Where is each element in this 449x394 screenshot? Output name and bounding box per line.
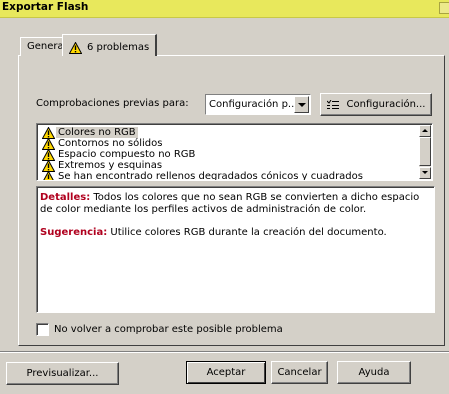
checklist-icon <box>326 99 339 110</box>
scroll-down-icon[interactable] <box>419 167 431 179</box>
list-scrollbar[interactable] <box>419 125 431 179</box>
configuration-button[interactable]: Configuración... <box>320 93 432 116</box>
chevron-down-icon[interactable] <box>294 96 309 113</box>
warning-icon <box>42 170 55 180</box>
warning-icon <box>69 41 82 54</box>
details-label: Detalles: <box>40 192 91 203</box>
cancel-button-label: Cancelar <box>277 367 322 378</box>
list-item[interactable]: Se han encontrado rellenos degradados có… <box>42 170 365 181</box>
suggestion-text: Utilice colores RGB durante la creación … <box>110 227 387 238</box>
dont-check-again-row[interactable]: No volver a comprobar este posible probl… <box>36 323 283 336</box>
problems-list[interactable]: Colores no RGB Contornos no sólidos Espa… <box>36 123 433 181</box>
scroll-up-icon[interactable] <box>419 125 431 137</box>
dont-check-again-checkbox[interactable] <box>36 323 49 336</box>
tab-problems-label: 6 problemas <box>87 42 150 53</box>
scroll-thumb[interactable] <box>419 137 431 166</box>
title-bar: Exportar Flash <box>0 0 449 18</box>
details-text: Todos los colores que no sean RGB se con… <box>40 192 420 215</box>
configuration-button-label: Configuración... <box>346 99 426 110</box>
dont-check-again-label: No volver a comprobar este posible probl… <box>54 324 283 335</box>
accept-button[interactable]: Aceptar <box>186 361 266 384</box>
footer-divider <box>0 351 449 353</box>
help-button[interactable]: Ayuda <box>337 361 411 384</box>
profile-dropdown-value: Configuración p... <box>209 99 298 110</box>
window-title: Exportar Flash <box>2 1 89 13</box>
profile-dropdown[interactable]: Configuración p... <box>205 94 311 115</box>
preview-button-label: Previsualizar... <box>26 368 99 379</box>
details-paragraph: Detalles: Todos los colores que no sean … <box>40 192 431 216</box>
cancel-button[interactable]: Cancelar <box>271 361 328 384</box>
list-item-label: Se han encontrado rellenos degradados có… <box>58 171 363 181</box>
accept-button-label: Aceptar <box>206 367 246 378</box>
suggestion-label: Sugerencia: <box>40 227 108 238</box>
preview-button[interactable]: Previsualizar... <box>6 362 119 385</box>
tab-problems[interactable]: 6 problemas <box>62 34 158 58</box>
suggestion-paragraph: Sugerencia: Utilice colores RGB durante … <box>40 227 431 239</box>
tab-general-label: General <box>27 41 67 52</box>
details-box: Detalles: Todos los colores que no sean … <box>36 186 435 313</box>
window-control-button[interactable] <box>439 2 449 14</box>
help-button-label: Ayuda <box>358 367 390 378</box>
precheck-label: Comprobaciones previas para: <box>36 98 189 109</box>
